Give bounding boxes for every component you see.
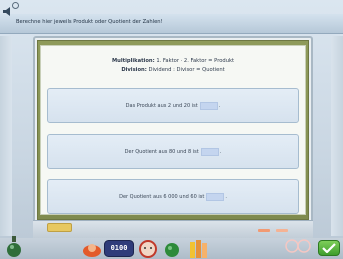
flower-decoration-icon <box>285 239 311 253</box>
division-rule: Division: Dividend : Divisor = Quotient <box>40 66 306 75</box>
answer-field[interactable] <box>199 101 218 110</box>
sponge-icon[interactable] <box>47 223 72 232</box>
chalk-icon[interactable] <box>258 229 270 232</box>
character-red-hat-icon[interactable] <box>82 240 102 258</box>
division-label: Division: <box>121 67 147 73</box>
task-period: . <box>219 148 222 155</box>
task-text: Der Quotient aus 6 000 und 60 ist <box>119 193 205 200</box>
green-globe-icon[interactable] <box>162 240 182 258</box>
multiplication-rule: Multiplikation: 1. Faktor · 2. Faktor = … <box>40 57 306 66</box>
task-period: . <box>225 193 227 200</box>
checkmark-icon <box>322 243 336 253</box>
task-card: Das Produkt aus 2 und 20 ist . <box>47 88 299 123</box>
potion-bottle-icon[interactable] <box>6 234 22 258</box>
division-text: Dividend : Divisor = Quotient <box>148 67 225 73</box>
right-frame <box>331 36 343 236</box>
chalk-tray <box>33 220 313 238</box>
speaker-icon[interactable] <box>2 6 14 17</box>
task-period: . <box>218 102 221 109</box>
rules-box: Multiplikation: 1. Faktor · 2. Faktor = … <box>40 57 306 84</box>
chalk-icon[interactable] <box>276 229 288 232</box>
books-icon[interactable] <box>188 238 214 258</box>
left-frame <box>0 36 12 236</box>
face-help-icon[interactable] <box>138 239 158 258</box>
task-card: Der Quotient aus 6 000 und 60 ist . <box>47 179 299 214</box>
multiplication-label: Multiplikation: <box>111 58 155 64</box>
answer-field[interactable] <box>206 192 225 201</box>
task-text: Das Produkt aus 2 und 20 ist <box>125 102 198 109</box>
multiplication-text: 1. Faktor · 2. Faktor = Produkt <box>156 58 235 64</box>
answer-field[interactable] <box>200 147 219 156</box>
score-display: 0100 <box>110 244 128 252</box>
task-text: Der Quotient aus 80 und 8 ist <box>124 148 199 155</box>
task-card: Der Quotient aus 80 und 8 ist . <box>47 134 299 169</box>
instruction-text: Berechne hier jeweils Produkt oder Quoti… <box>16 19 163 25</box>
check-button[interactable] <box>318 240 340 256</box>
